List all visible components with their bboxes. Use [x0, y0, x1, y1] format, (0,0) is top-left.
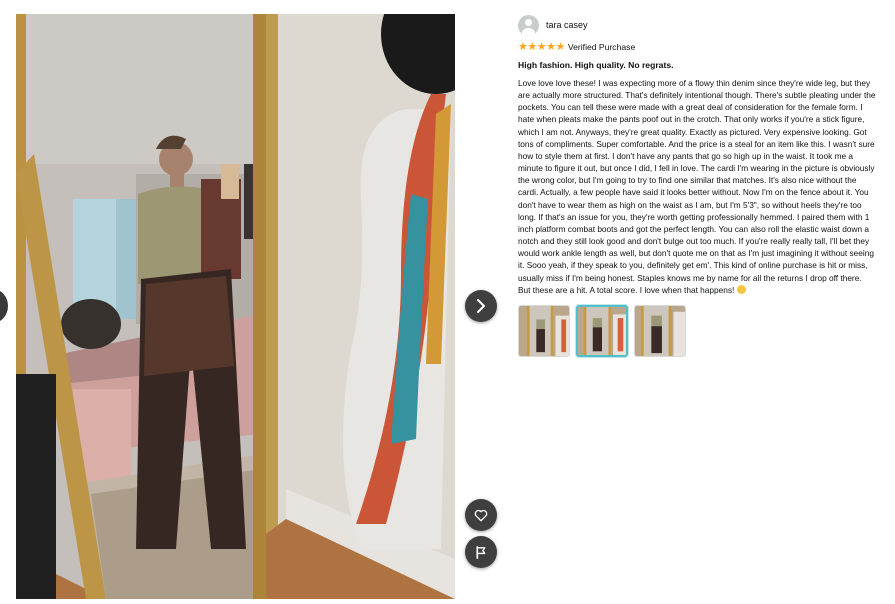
- image-viewer: [0, 0, 502, 604]
- reviewer-name[interactable]: tara casey: [546, 20, 588, 30]
- mirror-selfie-image: [16, 14, 455, 599]
- report-button[interactable]: [465, 536, 497, 568]
- thumbnail-image: [578, 306, 626, 355]
- star-icon: ★: [555, 40, 566, 53]
- review-photo: [16, 14, 455, 599]
- review-body: Love love love these! I was expecting mo…: [518, 78, 876, 295]
- star-icon: ★: [518, 40, 528, 53]
- thumbnail-image: [635, 305, 685, 356]
- star-icon: ★: [527, 40, 537, 53]
- star-icon: ★: [546, 40, 556, 53]
- review-body-container: Love love love these! I was expecting mo…: [518, 77, 876, 296]
- star-rating[interactable]: ★ ★ ★ ★ ★: [518, 40, 566, 53]
- helpful-like-button[interactable]: [465, 499, 497, 531]
- image-thumbnails: [518, 304, 878, 357]
- thumbnail-image: [519, 305, 569, 356]
- thumbnail-3[interactable]: [634, 304, 686, 357]
- avatar: [518, 14, 539, 36]
- grinning-face-icon: [736, 284, 746, 294]
- verified-purchase-badge: Verified Purchase: [567, 42, 636, 52]
- review-panel: tara casey ★ ★ ★ ★ ★ Verified Purchase H…: [518, 14, 878, 357]
- star-icon: ★: [536, 40, 547, 53]
- heart-icon: [474, 509, 488, 521]
- rating-row: ★ ★ ★ ★ ★ Verified Purchase: [518, 41, 878, 53]
- reviewer-row: tara casey: [518, 14, 878, 36]
- flag-icon: [476, 545, 486, 559]
- previous-image-button[interactable]: [0, 289, 8, 323]
- chevron-right-icon: [477, 299, 485, 313]
- next-image-button[interactable]: [465, 290, 497, 322]
- thumbnail-2[interactable]: [576, 304, 628, 357]
- review-title: High fashion. High quality. No regrats.: [518, 60, 674, 70]
- thumbnail-1[interactable]: [518, 304, 570, 357]
